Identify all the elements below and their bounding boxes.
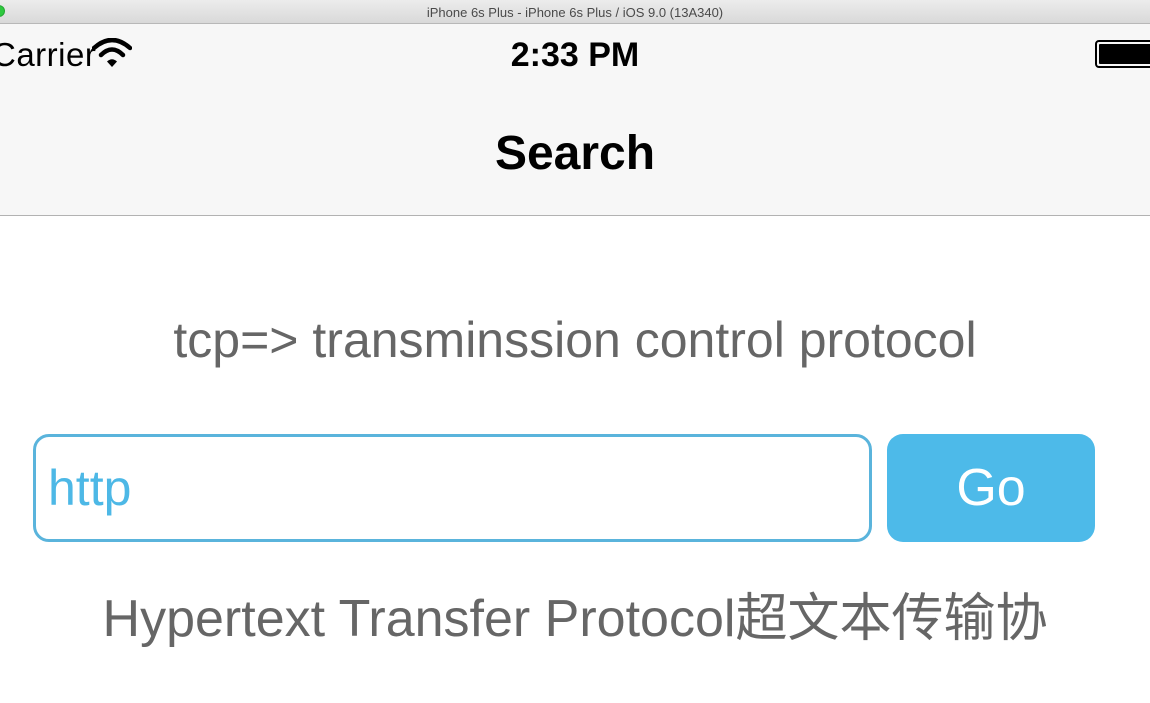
search-input[interactable] xyxy=(48,459,857,517)
status-time: 2:33 PM xyxy=(510,36,640,74)
status-bar: Carrier 2:33 PM xyxy=(0,24,1150,86)
simulator-titlebar: iPhone 6s Plus - iPhone 6s Plus / iOS 9.… xyxy=(0,0,1150,24)
go-button[interactable]: Go xyxy=(887,434,1095,542)
battery-level-fill xyxy=(1099,44,1150,64)
battery-icon xyxy=(1095,40,1150,68)
navigation-bar: Search xyxy=(0,86,1150,216)
simulator-window-title: iPhone 6s Plus - iPhone 6s Plus / iOS 9.… xyxy=(426,5,724,20)
meaning-label: Hypertext Transfer Protocol超文本传输协 xyxy=(102,590,1048,648)
nav-title: Search xyxy=(494,127,656,180)
result-label: tcp=> transminssion control protocol xyxy=(173,312,977,368)
search-field[interactable] xyxy=(33,434,872,542)
